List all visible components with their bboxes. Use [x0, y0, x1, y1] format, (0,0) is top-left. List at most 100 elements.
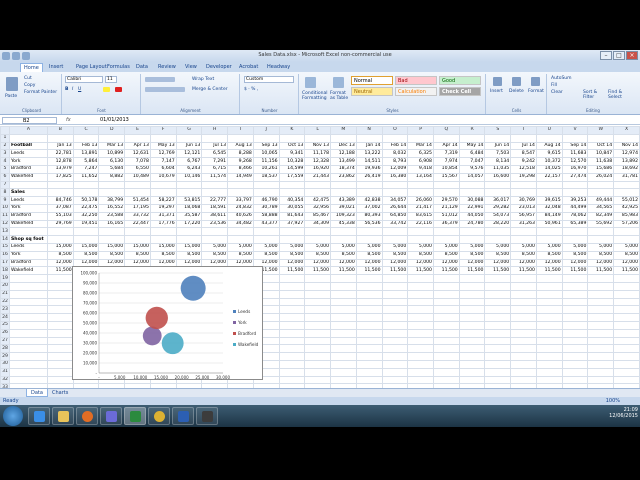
cell[interactable]: Leeds — [8, 149, 48, 159]
cell[interactable]: 11,500 — [304, 266, 332, 276]
cell[interactable] — [304, 352, 332, 361]
cell[interactable] — [561, 133, 589, 143]
cell[interactable] — [8, 328, 48, 338]
cell[interactable] — [227, 133, 254, 143]
cell[interactable]: 50,178 — [72, 196, 100, 205]
cell[interactable] — [613, 344, 640, 354]
cell[interactable] — [510, 359, 537, 369]
cell[interactable]: 23,588 — [98, 211, 126, 221]
cell[interactable] — [46, 344, 74, 354]
cell[interactable] — [252, 180, 280, 190]
cell[interactable] — [252, 227, 280, 237]
cell[interactable] — [278, 133, 306, 143]
cell[interactable] — [613, 180, 640, 190]
format-painter-button[interactable]: Format Painter — [24, 90, 57, 95]
cell[interactable]: Wakefield — [8, 172, 48, 182]
cell[interactable] — [330, 133, 357, 143]
taskbar-excel[interactable] — [124, 407, 146, 425]
cell[interactable] — [304, 227, 332, 237]
cell[interactable]: 24,832 — [227, 203, 254, 213]
cell[interactable] — [587, 336, 615, 346]
cell[interactable]: 16,552 — [98, 203, 126, 213]
cell[interactable] — [407, 227, 434, 237]
cell[interactable] — [8, 297, 48, 307]
cell[interactable] — [355, 188, 383, 198]
cell[interactable] — [330, 305, 357, 315]
cell[interactable]: 10,328 — [278, 157, 306, 166]
cell[interactable] — [484, 344, 512, 354]
cell[interactable] — [330, 188, 357, 198]
cell[interactable] — [510, 320, 537, 330]
cell[interactable]: 34,482 — [227, 219, 254, 229]
cell[interactable]: 34,565 — [587, 203, 615, 213]
cell[interactable]: 84,149 — [535, 211, 563, 221]
cell[interactable] — [381, 352, 409, 361]
row-header[interactable]: 7 — [0, 180, 10, 190]
cell[interactable] — [46, 313, 74, 322]
cell[interactable] — [330, 375, 357, 385]
cell[interactable] — [587, 359, 615, 369]
italic-icon[interactable]: I — [72, 87, 73, 92]
cell[interactable]: 85,467 — [304, 211, 332, 221]
cell[interactable] — [355, 133, 383, 143]
cell[interactable] — [8, 336, 48, 346]
cell[interactable] — [587, 344, 615, 354]
cell[interactable] — [561, 274, 589, 283]
cell[interactable]: 10,489 — [124, 172, 151, 182]
cell[interactable] — [587, 297, 615, 307]
cell[interactable] — [330, 344, 357, 354]
cell[interactable]: 81,643 — [278, 211, 306, 221]
cell[interactable]: Dec 13 — [330, 141, 357, 151]
cell[interactable] — [124, 133, 151, 143]
cell[interactable] — [330, 359, 357, 369]
cell[interactable] — [72, 133, 100, 143]
cell[interactable]: Oct 14 — [587, 141, 615, 151]
cell[interactable]: 11,500 — [484, 266, 512, 276]
sort-filter-button[interactable]: Sort & Filter — [583, 90, 605, 100]
cell[interactable]: 56,536 — [355, 219, 383, 229]
cell[interactable] — [613, 336, 640, 346]
cell[interactable] — [381, 281, 409, 291]
cell[interactable] — [381, 336, 409, 346]
cell[interactable] — [458, 235, 486, 244]
cell[interactable] — [510, 313, 537, 322]
cell[interactable]: 31,263 — [510, 219, 537, 229]
cell[interactable]: 44,499 — [561, 203, 589, 213]
cell[interactable] — [46, 320, 74, 330]
cell[interactable] — [381, 313, 409, 322]
cell[interactable]: 8,288 — [227, 149, 254, 159]
cell[interactable] — [381, 359, 409, 369]
cell[interactable]: 15,000 — [46, 242, 74, 252]
cell[interactable] — [72, 227, 100, 237]
cell[interactable]: 11,500 — [46, 266, 74, 276]
column-header[interactable]: I — [227, 126, 254, 135]
cell[interactable] — [8, 352, 48, 361]
cell[interactable]: 82,349 — [587, 211, 615, 221]
cell[interactable] — [484, 352, 512, 361]
cell[interactable] — [201, 227, 229, 237]
cell[interactable]: 11,500 — [330, 266, 357, 276]
cell[interactable]: 8,882 — [98, 172, 126, 182]
find-select-button[interactable]: Find & Select — [608, 90, 630, 100]
cell[interactable] — [587, 352, 615, 361]
cell[interactable]: 5,000 — [535, 242, 563, 252]
cell[interactable]: 22,447 — [124, 219, 151, 229]
cell[interactable]: 8,500 — [535, 250, 563, 260]
cell[interactable] — [278, 305, 306, 315]
cell[interactable] — [587, 367, 615, 377]
tab-developer[interactable]: Developer — [203, 63, 235, 72]
cell[interactable] — [72, 180, 100, 190]
insert-button[interactable]: Insert — [490, 89, 503, 94]
font-name-select[interactable]: Calibri — [65, 76, 103, 83]
cell[interactable]: 5,000 — [304, 242, 332, 252]
cell[interactable] — [330, 281, 357, 291]
cell[interactable]: Sep 13 — [252, 141, 280, 151]
cell[interactable] — [149, 180, 177, 190]
cell[interactable] — [587, 328, 615, 338]
cell[interactable] — [561, 313, 589, 322]
cell[interactable]: 5,000 — [330, 242, 357, 252]
copy-button[interactable]: Copy — [24, 83, 35, 88]
cell[interactable] — [432, 274, 460, 283]
cell[interactable]: 12,518 — [510, 164, 537, 174]
cell[interactable]: 11,500 — [407, 266, 434, 276]
